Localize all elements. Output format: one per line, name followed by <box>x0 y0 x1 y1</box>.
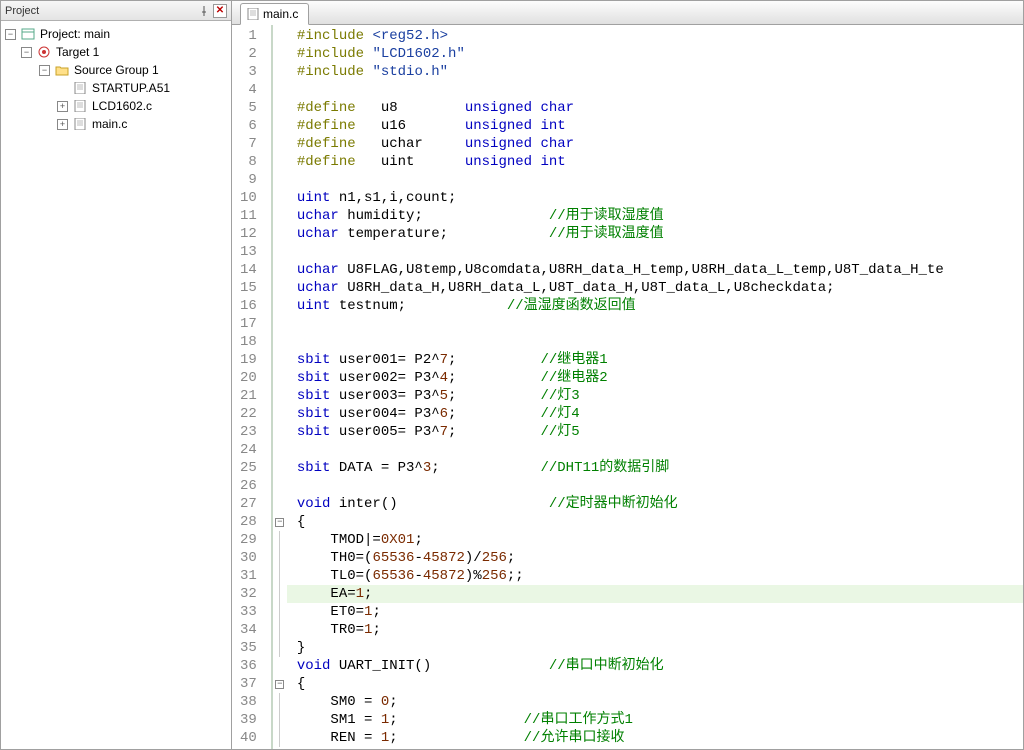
expander-icon[interactable]: − <box>5 29 16 40</box>
tree-label: Source Group 1 <box>74 63 159 77</box>
expander-icon[interactable]: + <box>57 119 68 130</box>
fold-toggle-icon[interactable]: − <box>275 680 284 689</box>
project-icon <box>20 27 36 41</box>
code-editor[interactable]: 1234567891011121314151617181920212223242… <box>232 25 1023 749</box>
tree-root[interactable]: − Project: main <box>3 25 229 43</box>
tree-label: STARTUP.A51 <box>92 81 170 95</box>
tree-file[interactable]: STARTUP.A51 <box>3 79 229 97</box>
tree-label: LCD1602.c <box>92 99 152 113</box>
project-panel: Project ✕ − Project: main − Target 1 − S… <box>0 0 232 750</box>
file-icon <box>72 117 88 131</box>
folder-open-icon <box>54 63 70 77</box>
tree-file[interactable]: + LCD1602.c <box>3 97 229 115</box>
project-panel-title: Project <box>5 5 195 17</box>
expander-icon[interactable]: − <box>39 65 50 76</box>
fold-column[interactable]: −− <box>273 25 287 749</box>
file-icon <box>72 81 88 95</box>
file-icon <box>72 99 88 113</box>
tree-file[interactable]: + main.c <box>3 115 229 133</box>
line-number-gutter: 1234567891011121314151617181920212223242… <box>232 25 273 749</box>
tree-group[interactable]: − Source Group 1 <box>3 61 229 79</box>
code-text[interactable]: #include <reg52.h>#include "LCD1602.h"#i… <box>287 25 1023 749</box>
editor-area: main.c 123456789101112131415161718192021… <box>232 0 1024 750</box>
tree-target[interactable]: − Target 1 <box>3 43 229 61</box>
tree-label: Target 1 <box>56 45 99 59</box>
target-icon <box>36 45 52 59</box>
tree-label: Project: main <box>40 27 110 41</box>
expander-icon <box>57 83 68 94</box>
file-c-icon <box>247 8 259 20</box>
expander-icon[interactable]: − <box>21 47 32 58</box>
tab-main-c[interactable]: main.c <box>240 3 309 25</box>
fold-toggle-icon[interactable]: − <box>275 518 284 527</box>
project-panel-header[interactable]: Project ✕ <box>1 1 231 21</box>
expander-icon[interactable]: + <box>57 101 68 112</box>
project-tree[interactable]: − Project: main − Target 1 − Source Grou… <box>1 21 231 749</box>
editor-tabbar[interactable]: main.c <box>232 1 1023 25</box>
pin-icon[interactable] <box>197 4 211 18</box>
tree-label: main.c <box>92 117 127 131</box>
tab-label: main.c <box>263 7 298 21</box>
close-icon[interactable]: ✕ <box>213 4 227 18</box>
